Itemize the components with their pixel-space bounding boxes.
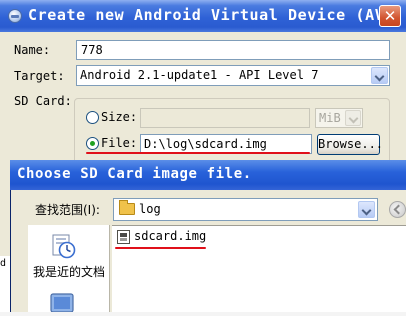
target-select[interactable]: Android 2.1-update1 - API Level 7 [76, 65, 390, 86]
name-input[interactable]: 778 [76, 40, 390, 60]
size-input[interactable] [140, 108, 310, 128]
recent-documents-icon[interactable] [50, 233, 76, 259]
look-in-label: 查找范围(I): [35, 203, 100, 217]
eclipse-app-icon [8, 9, 22, 23]
chevron-down-icon[interactable] [345, 110, 361, 126]
name-label: Name: [14, 43, 51, 57]
file-radio[interactable] [86, 137, 99, 150]
red-annotation-underline [115, 247, 206, 249]
background-window-text: d [0, 258, 7, 269]
file-chooser-title: Choose SD Card image file. [17, 166, 252, 182]
look-in-value: log [139, 202, 161, 216]
sdcard-label: SD Card: [14, 94, 72, 108]
red-annotation-underline [86, 152, 310, 154]
size-option-label: Size: [101, 110, 138, 124]
file-icon [117, 230, 130, 244]
desktop-icon[interactable] [46, 290, 78, 313]
avd-dialog-title: Create new Android Virtual Device (AVD) [28, 6, 404, 24]
close-icon[interactable]: ✕ [379, 5, 401, 27]
folder-icon [119, 200, 135, 215]
file-item-name[interactable]: sdcard.img [134, 229, 206, 243]
recent-documents-label[interactable]: 我是近的文档 [28, 263, 110, 280]
target-label: Target: [14, 69, 65, 83]
file-path-input[interactable]: D:\log\sdcard.img [140, 134, 312, 154]
size-radio[interactable] [86, 111, 99, 124]
browse-button[interactable]: Browse... [317, 134, 383, 155]
chevron-down-icon[interactable] [371, 67, 388, 84]
chevron-down-icon[interactable] [358, 201, 375, 218]
file-option-label: File: [101, 136, 138, 150]
back-icon[interactable] [389, 201, 406, 218]
